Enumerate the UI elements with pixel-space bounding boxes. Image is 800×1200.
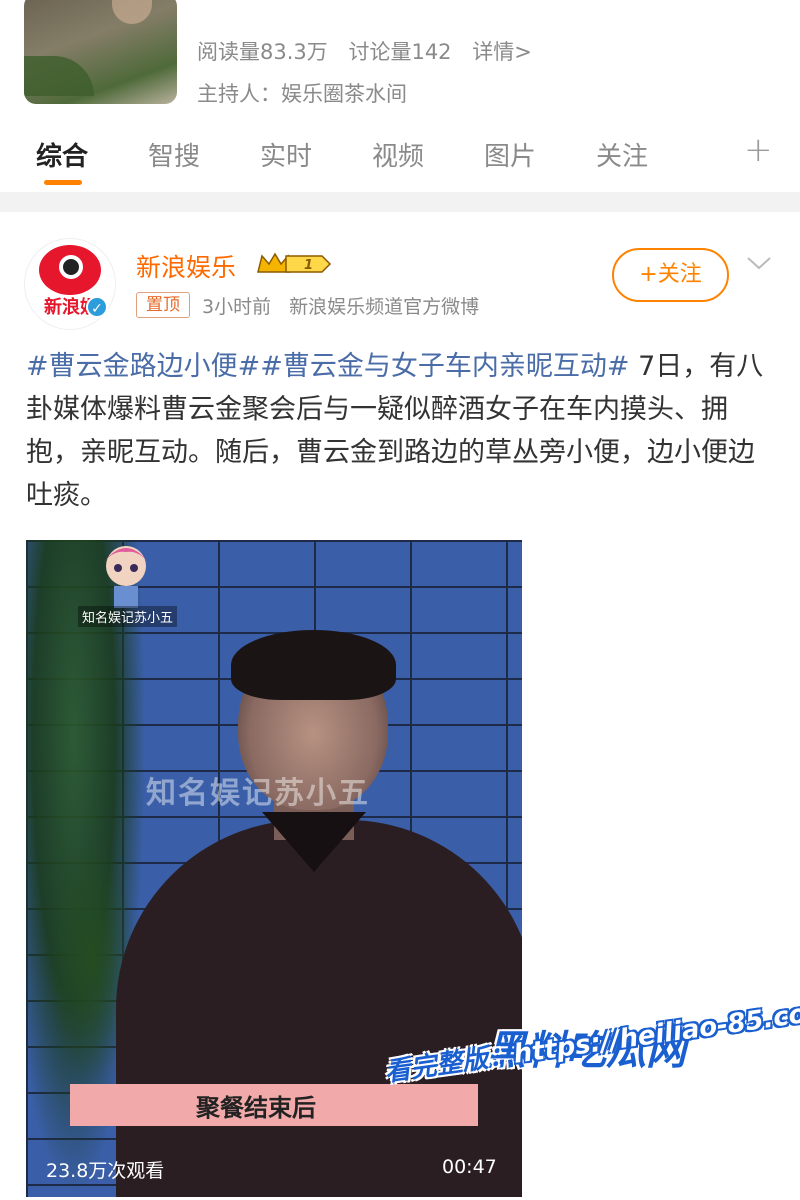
view-count: 23.8万次观看 — [46, 1160, 165, 1182]
tab-following[interactable]: 关注 — [596, 136, 648, 173]
post-source: 新浪娱乐频道官方微博 — [289, 296, 480, 318]
tab-bar: 综合 智搜 实时 视频 图片 关注 — [0, 120, 800, 192]
url-text: https://heiliao-85.com — [511, 995, 800, 1070]
active-tab-indicator — [44, 180, 82, 185]
video-corner-label: 知名娱记苏小五 — [78, 606, 178, 627]
cartoon-mascot-icon — [104, 546, 148, 608]
member-crown-icon[interactable]: 1 — [256, 250, 332, 278]
tab-video[interactable]: 视频 — [372, 136, 424, 173]
post-meta: 3小时前 新浪娱乐频道官方微博 — [202, 292, 491, 319]
topic-header: 阅读量83.3万 讨论量142 详情> 主持人：娱乐圈茶水间 — [0, 0, 800, 120]
verified-badge-icon: ✓ — [86, 296, 108, 318]
read-count: 阅读量83.3万 — [197, 40, 328, 64]
chevron-down-icon[interactable] — [744, 250, 774, 274]
tab-comprehensive[interactable]: 综合 — [36, 136, 88, 173]
video-duration: 00:47 — [442, 1156, 497, 1178]
post-time: 3小时前 — [202, 296, 272, 318]
video-person-hair — [231, 630, 396, 700]
post-body: #曹云金路边小便##曹云金与女子车内亲昵互动# 7日，有八卦媒体爆料曹云金聚会后… — [26, 345, 776, 517]
tab-images[interactable]: 图片 — [484, 136, 536, 173]
details-link[interactable]: 详情> — [472, 40, 532, 64]
video-person-body — [116, 820, 522, 1197]
member-level: 1 — [304, 258, 313, 273]
topic-host[interactable]: 主持人：娱乐圈茶水间 — [197, 78, 407, 108]
hashtag-link[interactable]: #曹云金与女子车内亲昵互动# — [260, 351, 629, 382]
author-name[interactable]: 新浪娱乐 — [136, 248, 236, 284]
pinned-badge: 置顶 — [136, 292, 190, 318]
add-tab-icon[interactable]: + — [744, 130, 773, 170]
follow-button[interactable]: +关注 — [612, 248, 729, 302]
topic-stats: 阅读量83.3万 讨论量142 详情> — [197, 36, 546, 66]
tab-smart-search[interactable]: 智搜 — [148, 136, 200, 173]
tab-realtime[interactable]: 实时 — [260, 136, 312, 173]
topic-cover-image[interactable] — [24, 0, 177, 104]
cover-foliage — [24, 56, 94, 96]
hashtag-link[interactable]: #曹云金路边小便# — [26, 351, 260, 382]
cover-figure — [112, 0, 152, 24]
discussion-count: 讨论量142 — [348, 40, 452, 64]
video-subtitle: 聚餐结束后 — [196, 1094, 316, 1122]
sina-eye-pupil — [59, 255, 83, 279]
video-watermark: 知名娱记苏小五 — [146, 776, 370, 811]
section-divider — [0, 192, 800, 212]
